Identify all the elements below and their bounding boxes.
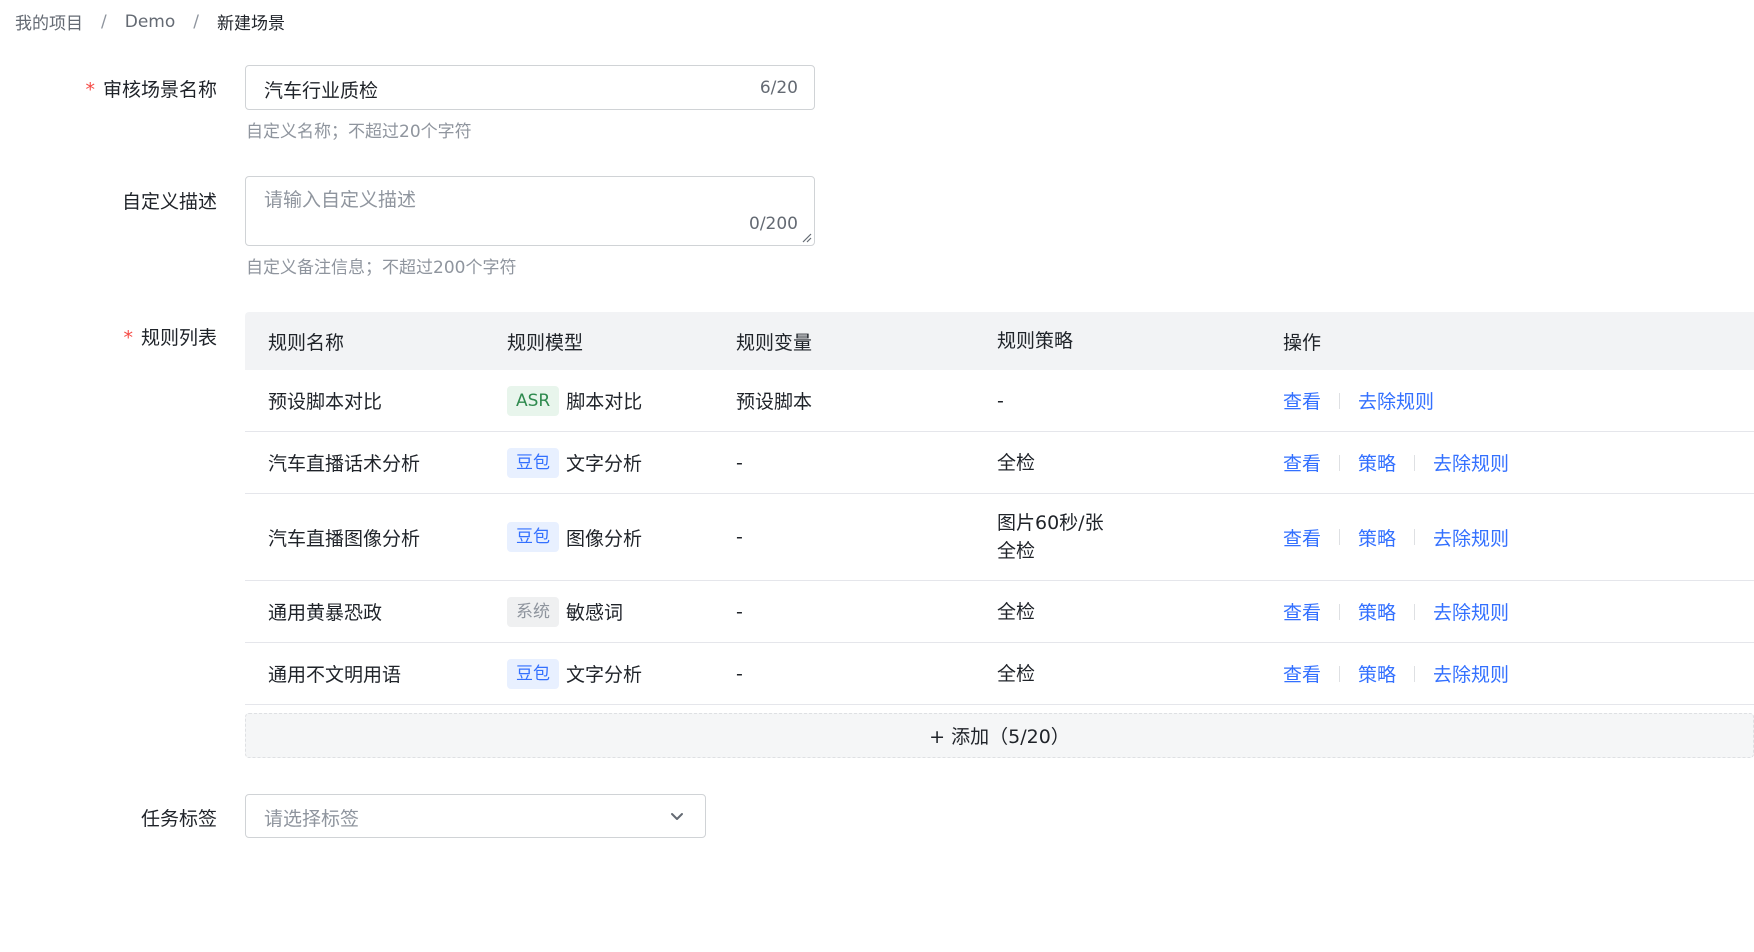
- strategy-link[interactable]: 策略: [1358, 524, 1396, 551]
- header-rule-variable: 规则变量: [736, 331, 813, 354]
- add-rule-button[interactable]: + 添加（5/20）: [245, 713, 1754, 758]
- description-placeholder: 请输入自定义描述: [264, 189, 417, 211]
- model-tag: ASR: [507, 385, 560, 416]
- remove-rule-link[interactable]: 去除规则: [1433, 660, 1509, 687]
- rule-model: ASR 脚本对比: [507, 385, 736, 416]
- rule-variable: -: [736, 600, 743, 623]
- resize-grip-icon[interactable]: [800, 231, 812, 243]
- rule-name: 汽车直播话术分析: [268, 453, 421, 475]
- table-row: 预设脚本对比 ASR 脚本对比 预设脚本 - 查看 去除规则: [245, 370, 1754, 432]
- header-rule-strategy: 规则策略: [997, 330, 1074, 352]
- rule-variable: -: [736, 662, 743, 685]
- table-header: 规则名称 规则模型 规则变量 规则策略 操作: [245, 312, 1754, 370]
- rule-model: 豆包 文字分析: [507, 447, 736, 478]
- view-link[interactable]: 查看: [1283, 449, 1321, 476]
- strategy-link[interactable]: 策略: [1358, 660, 1396, 687]
- rule-strategy: -: [997, 389, 1004, 412]
- header-rule-model: 规则模型: [507, 331, 584, 354]
- row-actions: 查看 策略 去除规则: [1283, 598, 1754, 625]
- rule-strategy: 全检: [997, 662, 1036, 685]
- scene-name-input[interactable]: 汽车行业质检 6/20: [245, 65, 815, 110]
- table-row: 汽车直播图像分析 豆包 图像分析 - 图片60秒/张 全检 查看 策略 去除规则: [245, 494, 1754, 581]
- rule-name: 预设脚本对比: [268, 391, 383, 413]
- view-link[interactable]: 查看: [1283, 660, 1321, 687]
- view-link[interactable]: 查看: [1283, 524, 1321, 551]
- rule-variable: -: [736, 451, 743, 474]
- action-divider: [1339, 603, 1341, 620]
- scene-name-hint: 自定义名称；不超过20个字符: [246, 122, 472, 142]
- model-tag: 豆包: [507, 447, 559, 478]
- header-actions: 操作: [1283, 331, 1322, 354]
- rules-label: * 规则列表: [123, 323, 217, 350]
- scene-name-value: 汽车行业质检: [264, 80, 379, 102]
- table-row: 通用黄暴恐政 系统 敏感词 - 全检 查看 策略 去除规则: [245, 581, 1754, 643]
- rule-model: 系统 敏感词: [507, 596, 736, 627]
- rule-name: 汽车直播图像分析: [268, 527, 421, 550]
- rule-strategy: 图片60秒/张 全检: [997, 509, 1283, 565]
- rules-table: 规则名称 规则模型 规则变量 规则策略 操作 预设脚本对比 ASR 脚本对比 预…: [245, 312, 1754, 705]
- task-tag-label: 任务标签: [140, 808, 217, 830]
- description-textarea[interactable]: 请输入自定义描述 0/200: [245, 176, 815, 246]
- action-divider: [1414, 665, 1416, 682]
- scene-name-label-text: 审核场景名称: [102, 79, 217, 101]
- action-divider: [1414, 529, 1416, 545]
- model-name: 图像分析: [566, 527, 643, 550]
- row-actions: 查看 策略 去除规则: [1283, 524, 1754, 551]
- description-hint: 自定义备注信息；不超过200个字符: [246, 258, 517, 278]
- row-actions: 查看 去除规则: [1283, 387, 1754, 414]
- strategy-line: 图片60秒/张: [997, 512, 1104, 534]
- model-name: 敏感词: [566, 602, 624, 624]
- scene-name-count: 6/20: [759, 78, 798, 98]
- breadcrumb-item-demo[interactable]: Demo: [125, 12, 176, 32]
- required-mark: *: [85, 79, 95, 101]
- rule-variable: 预设脚本: [736, 391, 813, 413]
- model-tag: 豆包: [507, 522, 559, 552]
- action-divider: [1414, 603, 1416, 620]
- row-actions: 查看 策略 去除规则: [1283, 449, 1754, 476]
- breadcrumb-item-current: 新建场景: [216, 14, 285, 34]
- required-mark: *: [123, 327, 133, 349]
- action-divider: [1339, 529, 1341, 545]
- strategy-link[interactable]: 策略: [1358, 598, 1396, 625]
- scene-name-label: * 审核场景名称: [85, 75, 217, 102]
- rule-name: 通用不文明用语: [268, 664, 402, 686]
- breadcrumb-separator: /: [101, 11, 107, 32]
- chevron-down-icon: [671, 813, 683, 820]
- table-row: 通用不文明用语 豆包 文字分析 - 全检 查看 策略 去除规则: [245, 643, 1754, 705]
- rule-strategy: 全检: [997, 451, 1036, 474]
- view-link[interactable]: 查看: [1283, 598, 1321, 625]
- model-name: 文字分析: [566, 453, 643, 475]
- view-link[interactable]: 查看: [1283, 387, 1321, 414]
- action-divider: [1339, 665, 1341, 682]
- action-divider: [1339, 392, 1341, 409]
- model-name: 脚本对比: [566, 391, 643, 413]
- rule-variable: -: [736, 526, 743, 548]
- remove-rule-link[interactable]: 去除规则: [1433, 598, 1509, 625]
- action-divider: [1339, 454, 1341, 471]
- row-actions: 查看 策略 去除规则: [1283, 660, 1754, 687]
- task-tag-placeholder: 请选择标签: [264, 808, 360, 830]
- header-rule-name: 规则名称: [268, 331, 345, 354]
- description-label: 自定义描述: [121, 191, 217, 213]
- description-count: 0/200: [749, 214, 798, 234]
- rule-model: 豆包 图像分析: [507, 522, 736, 552]
- breadcrumb-separator: /: [193, 11, 199, 32]
- remove-rule-link[interactable]: 去除规则: [1433, 449, 1509, 476]
- remove-rule-link[interactable]: 去除规则: [1358, 387, 1434, 414]
- rule-strategy: 全检: [997, 600, 1036, 623]
- strategy-line: 全检: [997, 540, 1036, 562]
- table-row: 汽车直播话术分析 豆包 文字分析 - 全检 查看 策略 去除规则: [245, 432, 1754, 494]
- model-tag: 系统: [507, 596, 559, 627]
- rule-model: 豆包 文字分析: [507, 658, 736, 689]
- task-tag-select[interactable]: 请选择标签: [245, 794, 706, 838]
- breadcrumb: 我的项目 / Demo / 新建场景: [15, 9, 285, 35]
- remove-rule-link[interactable]: 去除规则: [1433, 524, 1509, 551]
- action-divider: [1414, 454, 1416, 471]
- rules-label-text: 规则列表: [140, 327, 217, 349]
- model-tag: 豆包: [507, 658, 559, 689]
- breadcrumb-item-projects[interactable]: 我的项目: [15, 9, 83, 34]
- model-name: 文字分析: [566, 664, 643, 686]
- strategy-link[interactable]: 策略: [1358, 449, 1396, 476]
- rule-name: 通用黄暴恐政: [268, 602, 383, 624]
